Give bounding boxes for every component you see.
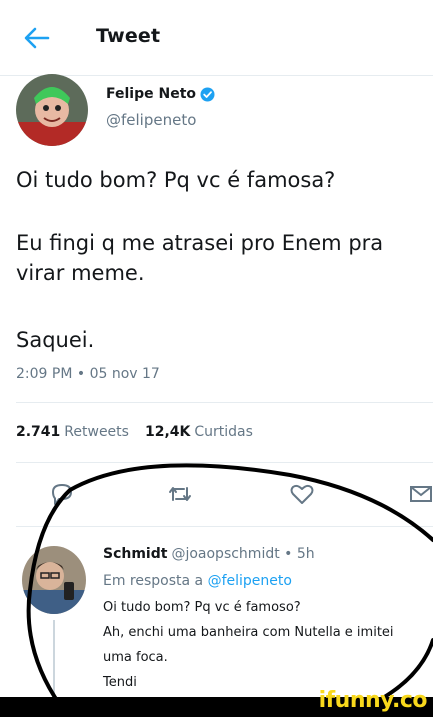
avatar[interactable]: [16, 74, 88, 146]
in-reply-to: Em resposta a @felipeneto: [103, 573, 292, 589]
in-reply-to-mention[interactable]: @felipeneto: [208, 573, 292, 589]
reply-text-line: uma foca.: [103, 650, 168, 665]
author-handle[interactable]: @felipeneto: [106, 111, 196, 129]
divider: [16, 402, 433, 403]
reply-icon[interactable]: [48, 480, 76, 508]
message-icon[interactable]: [408, 480, 433, 508]
retweet-icon[interactable]: [166, 480, 194, 508]
tweet-text-line: Oi tudo bom? Pq vc é famosa?: [16, 168, 336, 192]
reply-avatar[interactable]: [22, 546, 86, 614]
author-name[interactable]: Felipe Neto: [106, 86, 215, 102]
reply-author-name[interactable]: Schmidt: [103, 546, 167, 562]
retweets-count: 2.741: [16, 424, 61, 440]
thread-line: [53, 620, 55, 700]
page-title: Tweet: [96, 25, 161, 47]
likes-count: 12,4K: [144, 424, 191, 440]
reply-text-line: Tendi: [103, 675, 137, 690]
divider: [16, 526, 433, 527]
watermark: ifunny.co: [318, 688, 428, 713]
reply-handle-time: @joaopschmidt • 5h: [171, 546, 315, 562]
in-reply-to-prefix: Em resposta a: [103, 573, 204, 589]
reply-header: Schmidt @joaopschmidt • 5h: [103, 546, 315, 562]
likes-label: Curtidas: [194, 424, 253, 440]
retweets-stat[interactable]: 2.741 Retweets: [16, 424, 129, 440]
tweet-stats: 2.741 Retweets 12,4K Curtidas: [16, 424, 253, 440]
likes-stat[interactable]: 12,4K Curtidas: [145, 424, 253, 440]
reply-text-line: Oi tudo bom? Pq vc é famoso?: [103, 600, 301, 615]
tweet-text-line: Saquei.: [16, 328, 95, 352]
top-bar: Tweet: [0, 0, 433, 76]
tweet-timestamp: 2:09 PM • 05 nov 17: [16, 366, 160, 382]
tweet-text-line: virar meme.: [16, 261, 145, 285]
reply-text-line: Ah, enchi uma banheira com Nutella e imi…: [103, 625, 394, 640]
verified-icon: [200, 87, 215, 102]
author-name-text: Felipe Neto: [106, 86, 197, 102]
arrow-left-icon[interactable]: [22, 24, 52, 52]
divider: [16, 462, 433, 463]
like-icon[interactable]: [288, 480, 316, 508]
retweets-label: Retweets: [64, 424, 129, 440]
tweet-text-line: Eu fingi q me atrasei pro Enem pra: [16, 231, 384, 255]
